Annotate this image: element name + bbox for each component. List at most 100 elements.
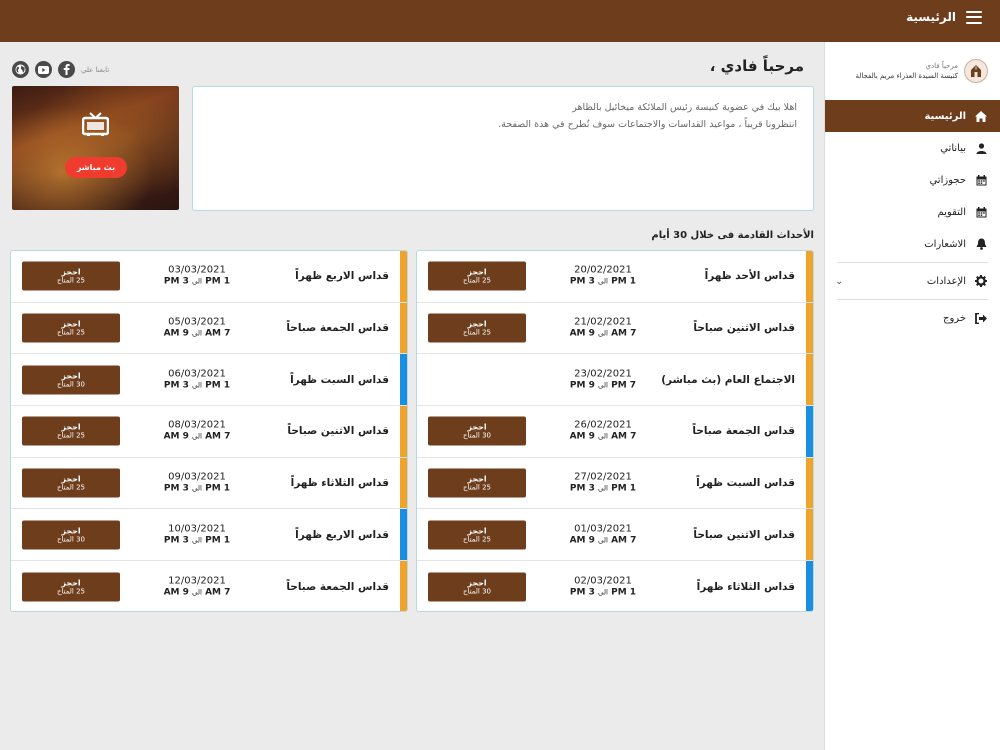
event-time-to: 3 PM (569, 483, 595, 494)
sidebar-item-my-bookings[interactable]: حجوزاتي (825, 164, 1000, 196)
facebook-icon[interactable] (58, 61, 75, 78)
event-row: قداس الاربع ظهراً 03/03/2021 1 PM الى 3 PM… (11, 251, 407, 303)
menu-toggle[interactable]: الرئيسية (906, 10, 982, 24)
event-time-separator: الى (192, 536, 202, 545)
church-logo-icon (964, 59, 988, 83)
available-seats: 30 المتاح (462, 431, 492, 440)
event-date: 12/03/2021 (168, 575, 226, 587)
sidebar-item-label: الاشعارات (924, 238, 966, 250)
event-date-time: 12/03/2021 7 AM الى 9 AM (157, 576, 237, 599)
book-button[interactable]: احجز 25 المتاح (22, 313, 120, 343)
event-time-separator: الى (598, 329, 608, 338)
sidebar-item-label: الرئيسية (924, 110, 966, 122)
event-time: 1 PM الى 3 PM (563, 484, 643, 495)
book-button-label: احجز (61, 422, 81, 432)
book-button[interactable]: احجز 25 المتاح (428, 261, 526, 291)
event-time: 7 AM الى 9 AM (157, 329, 237, 340)
event-time: 7 AM الى 9 AM (157, 432, 237, 443)
event-name: قداس السبت ظهراً (696, 477, 795, 490)
event-row: قداس الاربع ظهراً 10/03/2021 1 PM الى 3 PM… (11, 509, 407, 562)
event-name: قداس الأحد ظهراً (704, 270, 795, 283)
event-time-from: 1 PM (205, 483, 231, 494)
event-time: 7 AM الى 9 AM (563, 535, 643, 546)
event-time-from: 7 AM (611, 328, 637, 339)
sidebar: مرحباً فادي كنيسة السيدة العذراء مريم با… (824, 42, 1000, 750)
youtube-icon[interactable] (35, 61, 52, 78)
event-date: 05/03/2021 (168, 316, 226, 328)
profile-church: كنيسة السيدة العذراء مريم بالفجالة (855, 72, 959, 80)
sidebar-item-my-data[interactable]: بياناتي (825, 132, 1000, 164)
sidebar-item-notifications[interactable]: الاشعارات (825, 228, 1000, 260)
book-button-label: احجز (61, 267, 81, 277)
available-seats: 30 المتاح (56, 380, 86, 389)
book-button-label: احجز (61, 319, 81, 329)
event-name: الاجتماع العام (بث مباشر) (661, 373, 795, 386)
book-button[interactable]: احجز 25 المتاح (428, 468, 526, 498)
event-time: 1 PM الى 3 PM (157, 535, 237, 546)
event-date-time: 08/03/2021 7 AM الى 9 AM (157, 420, 237, 443)
book-button[interactable]: احجز 30 المتاح (428, 416, 526, 446)
event-date-time: 01/03/2021 7 AM الى 9 AM (563, 523, 643, 546)
sidebar-item-settings[interactable]: الإعدادات ⌄ (825, 265, 1000, 297)
book-button[interactable]: احجز 25 المتاح (428, 520, 526, 550)
event-time-from: 7 AM (205, 432, 231, 443)
event-color-bar (400, 561, 407, 611)
book-button[interactable]: احجز 25 المتاح (428, 313, 526, 343)
live-stream-card[interactable]: بث مباشر (12, 86, 179, 210)
event-time: 1 PM الى 3 PM (563, 588, 643, 599)
book-button[interactable]: احجز 25 المتاح (22, 416, 120, 446)
sidebar-item-home[interactable]: الرئيسية (825, 100, 1000, 132)
event-color-bar (400, 302, 407, 354)
available-seats: 25 المتاح (462, 483, 492, 492)
event-color-bar (806, 251, 813, 302)
event-time-separator: الى (598, 381, 608, 390)
event-time: 7 AM الى 9 AM (563, 432, 643, 443)
event-color-bar (400, 457, 407, 509)
book-button[interactable]: احجز 30 المتاح (428, 572, 526, 602)
event-time-to: 9 AM (569, 535, 595, 546)
events-list-left: قداس الاربع ظهراً 03/03/2021 1 PM الى 3 PM… (10, 250, 408, 612)
book-button-label: احجز (467, 474, 487, 484)
event-time-to: 3 PM (163, 276, 189, 287)
globe-icon[interactable] (12, 61, 29, 78)
event-time: 7 AM الى 9 AM (157, 588, 237, 599)
live-stream-button[interactable]: بث مباشر (65, 157, 127, 178)
sidebar-item-calendar[interactable]: التقويم (825, 196, 1000, 228)
hamburger-icon[interactable] (966, 10, 982, 24)
event-row: قداس الاثنين صباحاً 01/03/2021 7 AM الى 9 … (417, 509, 813, 562)
event-date-time: 02/03/2021 1 PM الى 3 PM (563, 576, 643, 599)
event-date-time: 09/03/2021 1 PM الى 3 PM (157, 472, 237, 495)
book-button[interactable]: احجز 25 المتاح (22, 468, 120, 498)
event-time-to: 9 AM (569, 432, 595, 443)
event-name: قداس الجمعة صباحاً (286, 322, 389, 335)
event-time-separator: الى (192, 484, 202, 493)
event-time-from: 7 AM (611, 535, 637, 546)
event-time-to: 9 AM (163, 328, 189, 339)
book-button[interactable]: احجز 25 المتاح (22, 261, 120, 291)
book-button[interactable]: احجز 25 المتاح (22, 572, 120, 602)
events-list-right: قداس الأحد ظهراً 20/02/2021 1 PM الى 3 PM ا… (416, 250, 814, 612)
event-name: قداس الجمعة صباحاً (692, 425, 795, 438)
event-date-time: 10/03/2021 1 PM الى 3 PM (157, 523, 237, 546)
event-date: 21/02/2021 (574, 316, 632, 328)
book-button[interactable]: احجز 30 المتاح (22, 520, 120, 550)
event-time-separator: الى (598, 588, 608, 597)
event-time-separator: الى (598, 484, 608, 493)
event-name: قداس الثلاثاء ظهراً (696, 580, 795, 593)
event-time-to: 3 PM (163, 483, 189, 494)
book-button[interactable]: احجز 30 المتاح (22, 365, 120, 395)
sidebar-item-logout[interactable]: خروج (825, 302, 1000, 334)
event-color-bar (806, 354, 813, 406)
event-date-time: 06/03/2021 1 PM الى 3 PM (157, 368, 237, 391)
available-seats: 25 المتاح (56, 587, 86, 596)
event-date: 09/03/2021 (168, 471, 226, 483)
profile-card: مرحباً فادي كنيسة السيدة العذراء مريم با… (825, 42, 1000, 100)
chevron-down-icon[interactable]: ⌄ (835, 276, 843, 287)
event-time-from: 1 PM (611, 276, 637, 287)
event-date-time: 23/02/2021 7 PM الى 9 PM (563, 368, 643, 391)
event-time-to: 9 PM (569, 380, 595, 391)
event-row: قداس الأحد ظهراً 20/02/2021 1 PM الى 3 PM ا… (417, 251, 813, 303)
event-time: 1 PM الى 3 PM (563, 277, 643, 288)
event-time: 1 PM الى 3 PM (157, 380, 237, 391)
sidebar-item-label: الإعدادات (926, 275, 966, 287)
